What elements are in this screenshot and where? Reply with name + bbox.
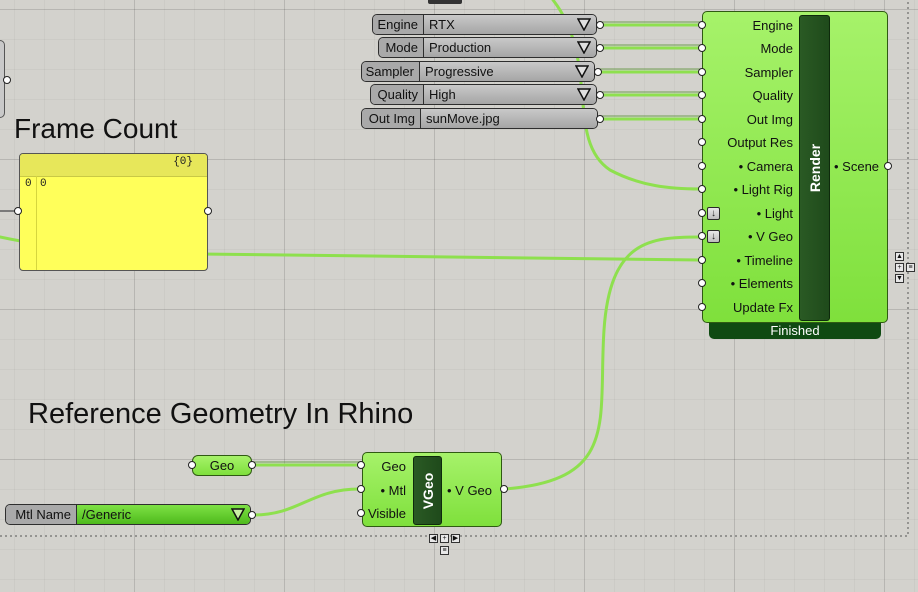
geo-param[interactable]: Geo: [192, 455, 252, 476]
render-input-sampler: Sampler: [744, 65, 793, 80]
sampler-selector-value: Progressive: [420, 62, 594, 81]
wire-vgeo-out: [503, 235, 702, 491]
render-input-engine: Engine: [752, 18, 793, 33]
panel-row-index: 0: [25, 178, 32, 190]
mode-selector[interactable]: Mode Production: [378, 37, 597, 58]
geo-input-grip[interactable]: [188, 461, 196, 469]
out-img-value: sunMove.jpg: [421, 109, 597, 128]
frame-count-panel[interactable]: {0} 0 0: [19, 153, 208, 271]
render-input-light-rig: • Light Rig: [733, 182, 793, 197]
clipped-control-icons[interactable]: [428, 0, 462, 4]
dropdown-arrow-icon[interactable]: [575, 65, 589, 78]
quality-selector-label: Quality: [371, 85, 424, 104]
render-input-out-img: Out Img: [746, 112, 793, 127]
render-output-grip[interactable]: [884, 162, 892, 170]
remove-input-icon[interactable]: ◀: [429, 534, 438, 543]
reference-geometry-heading: Reference Geometry In Rhino: [28, 398, 414, 430]
wire-mtl: [251, 487, 362, 517]
sampler-selector-label: Sampler: [362, 62, 420, 81]
panel-row-value: 0: [40, 178, 47, 190]
mtl-name-output-grip[interactable]: [248, 511, 256, 519]
add-input-icon[interactable]: ▶: [451, 534, 460, 543]
render-input-light: • Light: [756, 206, 793, 221]
offscreen-component-output-grip[interactable]: [3, 76, 11, 84]
out-img-param[interactable]: Out Img sunMove.jpg: [361, 108, 598, 129]
vgeo-title: VGeo: [419, 472, 436, 509]
render-input-grip[interactable]: [698, 256, 706, 264]
render-input-grip[interactable]: [698, 91, 706, 99]
panel-input-grip[interactable]: [14, 207, 22, 215]
mtl-name-value: /Generic: [77, 505, 250, 524]
render-input-output-res: Output Res: [727, 135, 793, 150]
render-input-grip[interactable]: [698, 209, 706, 217]
mtl-name-label: Mtl Name: [6, 505, 77, 524]
render-input-mode: Mode: [760, 41, 793, 56]
render-input-grip[interactable]: [698, 162, 706, 170]
engine-selector-label: Engine: [373, 15, 424, 34]
mode-selector-value: Production: [424, 38, 596, 57]
vgeo-input-grip[interactable]: [357, 461, 365, 469]
render-input-grip[interactable]: [698, 185, 706, 193]
render-input-grip[interactable]: [698, 303, 706, 311]
mode-selector-label: Mode: [379, 38, 424, 57]
render-output-scene: • Scene: [834, 159, 880, 174]
vgeo-output-grip[interactable]: [500, 485, 508, 493]
dropdown-arrow-icon[interactable]: [577, 18, 591, 31]
render-input-elements: • Elements: [730, 276, 793, 291]
render-title-bar: Render: [799, 15, 830, 321]
dropdown-arrow-icon[interactable]: [577, 88, 591, 101]
geo-param-label: Geo: [209, 458, 235, 473]
render-input-camera: • Camera: [738, 159, 793, 174]
panel-path-label: {0}: [173, 156, 193, 168]
out-img-label: Out Img: [362, 109, 421, 128]
dropdown-arrow-icon[interactable]: [231, 508, 245, 521]
remove-input-icon[interactable]: ▼: [895, 274, 904, 283]
render-input-grip[interactable]: [698, 138, 706, 146]
vgeo-input-grip[interactable]: [357, 509, 365, 517]
sampler-selector[interactable]: Sampler Progressive: [361, 61, 595, 82]
engine-selector[interactable]: Engine RTX: [372, 14, 597, 35]
render-title: Render: [806, 143, 823, 193]
frame-count-heading: Frame Count: [14, 113, 178, 144]
render-component[interactable]: Engine Mode Sampler Quality Out Img Outp…: [702, 11, 888, 323]
quality-selector[interactable]: Quality High: [370, 84, 597, 105]
render-input-grip[interactable]: [698, 44, 706, 52]
render-input-v-geo: • V Geo: [747, 229, 793, 244]
mode-output-grip[interactable]: [596, 44, 604, 52]
flatten-arrow-icon[interactable]: ↓: [707, 230, 720, 243]
dropdown-arrow-icon[interactable]: [577, 41, 591, 54]
sampler-output-grip[interactable]: [594, 68, 602, 76]
render-input-grip[interactable]: [698, 115, 706, 123]
add-input-icon[interactable]: ▲: [895, 252, 904, 261]
list-icon[interactable]: ≡: [906, 263, 915, 272]
quality-output-grip[interactable]: [596, 91, 604, 99]
vgeo-input-visible: Visible: [367, 506, 406, 521]
flatten-arrow-icon[interactable]: ↓: [707, 207, 720, 220]
input-menu-icon[interactable]: +: [440, 534, 449, 543]
vgeo-input-grip[interactable]: [357, 485, 365, 493]
vgeo-input-mtl: • Mtl: [380, 483, 407, 498]
render-input-update-fx: Update Fx: [733, 300, 793, 315]
vgeo-title-bar: VGeo: [413, 456, 442, 525]
list-icon[interactable]: ≡: [440, 546, 449, 555]
render-input-grip[interactable]: [698, 279, 706, 287]
engine-selector-value: RTX: [424, 15, 596, 34]
geo-output-grip[interactable]: [248, 461, 256, 469]
vgeo-input-geo: Geo: [381, 459, 406, 474]
render-input-grip[interactable]: [698, 68, 706, 76]
panel-output-grip[interactable]: [204, 207, 212, 215]
out-img-output-grip[interactable]: [596, 115, 604, 123]
mtl-name-selector[interactable]: Mtl Name /Generic: [5, 504, 251, 525]
render-input-timeline: • Timeline: [736, 253, 793, 268]
render-input-grip[interactable]: [698, 21, 706, 29]
input-menu-icon[interactable]: +: [895, 263, 904, 272]
render-input-grip[interactable]: [698, 232, 706, 240]
render-input-quality: Quality: [752, 88, 793, 103]
engine-output-grip[interactable]: [596, 21, 604, 29]
quality-selector-value: High: [424, 85, 596, 104]
panel-index-column: [20, 176, 37, 270]
vgeo-output: • V Geo: [447, 483, 493, 498]
vgeo-component[interactable]: Geo • Mtl Visible VGeo • V Geo: [362, 452, 502, 527]
